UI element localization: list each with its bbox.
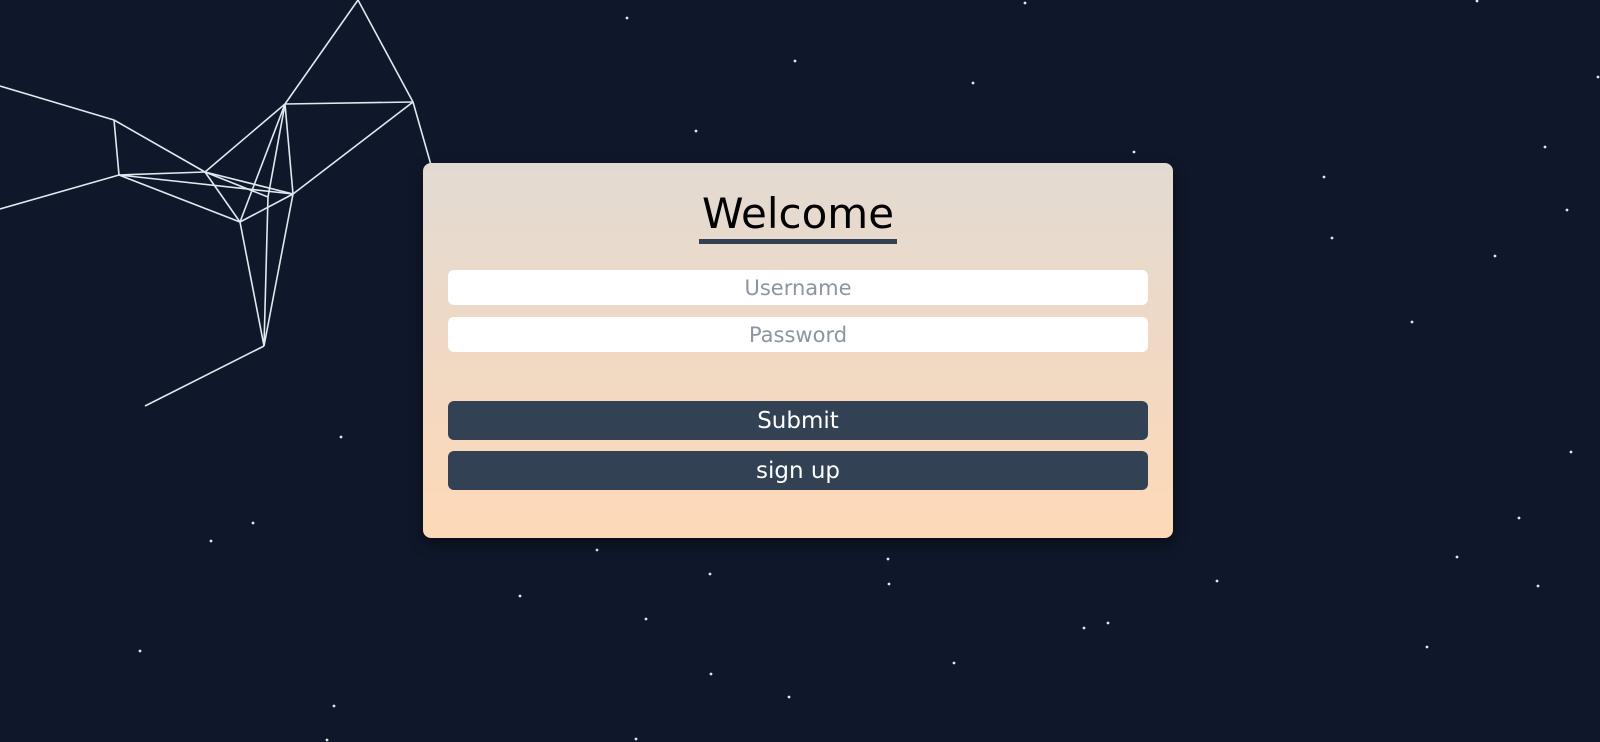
constellation-lines [0, 0, 432, 407]
welcome-title: Welcome [698, 190, 898, 244]
login-card: Welcome Submit sign up [423, 163, 1173, 538]
title-container: Welcome [423, 190, 1173, 244]
username-input[interactable] [448, 270, 1148, 305]
sign-up-button[interactable]: sign up [448, 451, 1148, 490]
password-input[interactable] [448, 317, 1148, 352]
submit-button[interactable]: Submit [448, 401, 1148, 440]
